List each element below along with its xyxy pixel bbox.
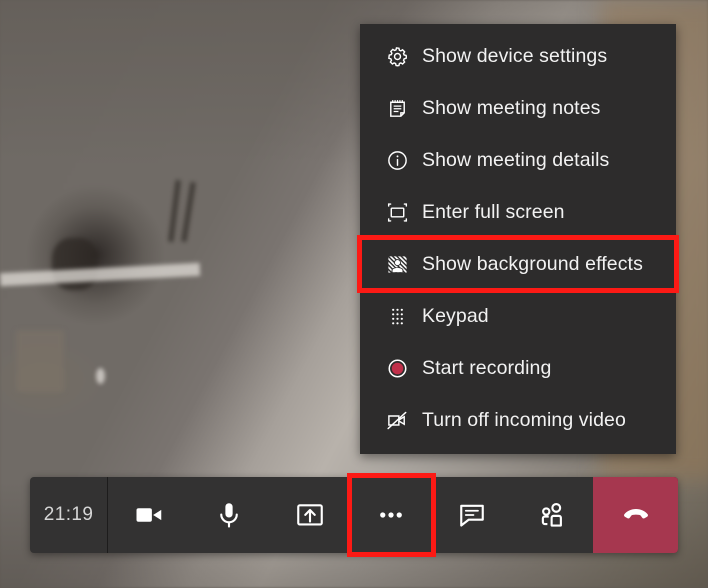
- meeting-control-bar: 21:19: [30, 473, 678, 557]
- meeting-elapsed-time: 21:19: [43, 504, 94, 525]
- record-icon: [384, 355, 410, 381]
- people-button[interactable]: [512, 477, 593, 553]
- menu-item-show-meeting-notes[interactable]: Show meeting notes: [360, 82, 676, 134]
- menu-item-keypad[interactable]: Keypad: [360, 290, 676, 342]
- menu-item-show-device-settings[interactable]: Show device settings: [360, 30, 676, 82]
- menu-item-label: Show device settings: [422, 44, 608, 67]
- menu-item-label: Show meeting notes: [422, 96, 601, 119]
- menu-item-label: Start recording: [422, 356, 552, 379]
- hangup-button[interactable]: [593, 477, 678, 553]
- meeting-screen: Show device settings Show meeting notes: [0, 0, 708, 588]
- info-circle-icon: [384, 147, 410, 173]
- share-screen-icon: [295, 500, 325, 530]
- background-effects-icon: [384, 251, 410, 277]
- people-icon: [538, 500, 568, 530]
- menu-item-label: Enter full screen: [422, 200, 565, 223]
- camera-icon: [134, 500, 164, 530]
- keypad-icon: [384, 303, 410, 329]
- video-light-spot: [96, 368, 105, 384]
- more-options-icon: [376, 500, 406, 530]
- menu-item-turn-off-incoming-video[interactable]: Turn off incoming video: [360, 394, 676, 446]
- microphone-icon: [214, 500, 244, 530]
- menu-item-label: Show background effects: [422, 252, 643, 275]
- menu-item-label: Keypad: [422, 304, 489, 327]
- chat-icon: [457, 500, 487, 530]
- video-off-icon: [384, 407, 410, 433]
- menu-item-label: Show meeting details: [422, 148, 610, 171]
- camera-button[interactable]: [108, 477, 189, 553]
- more-options-button[interactable]: [346, 473, 436, 557]
- more-actions-menu[interactable]: Show device settings Show meeting notes: [357, 24, 679, 454]
- menu-item-show-background-effects[interactable]: Show background effects: [357, 235, 679, 293]
- microphone-button[interactable]: [189, 477, 270, 553]
- gear-icon: [384, 43, 410, 69]
- hangup-icon: [621, 500, 651, 530]
- share-screen-button[interactable]: [270, 477, 351, 553]
- menu-item-show-meeting-details[interactable]: Show meeting details: [360, 134, 676, 186]
- menu-item-label: Turn off incoming video: [422, 408, 626, 431]
- video-box-shape: [16, 330, 64, 392]
- chat-button[interactable]: [432, 477, 513, 553]
- menu-item-start-recording[interactable]: Start recording: [360, 342, 676, 394]
- menu-item-enter-full-screen[interactable]: Enter full screen: [360, 186, 676, 238]
- notes-icon: [384, 95, 410, 121]
- fullscreen-icon: [384, 199, 410, 225]
